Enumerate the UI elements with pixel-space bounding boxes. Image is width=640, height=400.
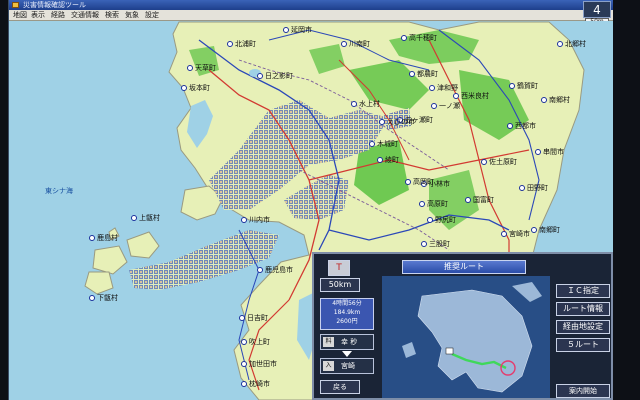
place-kijo[interactable]: 木城町 bbox=[369, 140, 398, 148]
place-nangoson[interactable]: 南郷村 bbox=[541, 96, 570, 104]
place-tsuwano[interactable]: 津和野 bbox=[429, 84, 458, 92]
place-higoshi[interactable]: 日之影町 bbox=[257, 72, 293, 80]
route-distance: 184.9km bbox=[333, 309, 361, 316]
place-nishimera[interactable]: 西米良村 bbox=[453, 92, 489, 100]
start-guidance-button[interactable]: 案内開始 bbox=[556, 384, 610, 398]
place-tano[interactable]: 田野町 bbox=[519, 184, 548, 192]
place-kaseda[interactable]: 加世田市 bbox=[241, 360, 277, 368]
north-arrow-label: 4 bbox=[593, 3, 601, 17]
place-kamikoshiki[interactable]: 上甑村 bbox=[131, 214, 160, 222]
place-kawanami[interactable]: 川南町 bbox=[341, 40, 370, 48]
menu-view[interactable]: 表示 bbox=[31, 10, 45, 20]
place-tsuruga[interactable]: 鶴賀町 bbox=[509, 82, 538, 90]
place-ebino[interactable]: えびの市 bbox=[379, 118, 415, 126]
waypoint-button[interactable]: 経由地設定 bbox=[556, 320, 610, 334]
down-arrow-icon bbox=[342, 351, 352, 357]
guide-label-toll: 幸 秒 bbox=[341, 338, 358, 346]
place-takaharu[interactable]: 高原町 bbox=[419, 200, 448, 208]
place-ichinose[interactable]: 一ノ瀬 bbox=[431, 102, 460, 110]
route-toll: 2600円 bbox=[336, 318, 358, 325]
title-bar: 災害情報確認ツール bbox=[9, 0, 613, 10]
place-kagoshima[interactable]: 鹿児島市 bbox=[257, 266, 293, 274]
place-shimokoshiki[interactable]: 下甑村 bbox=[89, 294, 118, 302]
place-kitago[interactable]: 北郷村 bbox=[557, 40, 586, 48]
app-icon bbox=[12, 2, 19, 8]
place-sendai[interactable]: 川内市 bbox=[241, 216, 270, 224]
window-title: 災害情報確認ツール bbox=[23, 1, 86, 9]
place-takachiho[interactable]: 高千穂町 bbox=[401, 34, 437, 42]
start-flag-icon bbox=[445, 347, 454, 355]
place-kushima[interactable]: 串間市 bbox=[535, 148, 564, 156]
guide-row-toll[interactable]: 料 幸 秒 bbox=[320, 334, 374, 350]
menu-settings[interactable]: 設定 bbox=[145, 10, 159, 20]
app-window: 災害情報確認ツール 地図 表示 経路 交通情報 検索 気象 設定 4 50m bbox=[8, 0, 613, 400]
place-nobeoka[interactable]: 延岡市 bbox=[283, 26, 312, 34]
place-kitaura[interactable]: 北浦町 bbox=[227, 40, 256, 48]
place-hiyoshi[interactable]: 日吉町 bbox=[239, 314, 268, 322]
north-arrow-button[interactable]: 4 bbox=[583, 1, 611, 18]
menu-search[interactable]: 検索 bbox=[105, 10, 119, 20]
place-tenso[interactable]: 天草町 bbox=[187, 64, 216, 72]
menu-bar: 地図 表示 経路 交通情報 検索 気象 設定 bbox=[9, 10, 613, 21]
radio-tower-icon[interactable]: T bbox=[328, 260, 350, 276]
place-kashima[interactable]: 鹿島村 bbox=[89, 234, 118, 242]
place-mimata[interactable]: 三股町 bbox=[421, 240, 450, 248]
route-title: 推奨ルート bbox=[402, 260, 526, 274]
ic-select-button[interactable]: ＩＣ指定 bbox=[556, 284, 610, 298]
place-kunitomi[interactable]: 国富町 bbox=[465, 196, 494, 204]
place-minamigo[interactable]: 南郷町 bbox=[531, 226, 560, 234]
place-mizuki[interactable]: 水上村 bbox=[351, 100, 380, 108]
place-sakamoto[interactable]: 坂本町 bbox=[181, 84, 210, 92]
sea-label: 東シナ海 bbox=[45, 187, 73, 195]
place-takaoka[interactable]: 高岡町 bbox=[405, 178, 434, 186]
five-route-button[interactable]: ５ルート bbox=[556, 338, 610, 352]
place-aya[interactable]: 綾町 bbox=[377, 156, 399, 164]
route-summary: 4時間56分 184.9km 2600円 bbox=[320, 298, 374, 330]
route-duration: 4時間56分 bbox=[332, 300, 362, 307]
guide-row-entry[interactable]: 入 宮崎 bbox=[320, 358, 374, 374]
place-sadowara[interactable]: 佐土原町 bbox=[481, 158, 517, 166]
route-panel: T 50km 推奨ルート 4時間56分 184.9km 2600円 料 幸 秒 … bbox=[312, 252, 613, 400]
place-nojiri[interactable]: 野尻町 bbox=[427, 216, 456, 224]
place-saito[interactable]: 西都市 bbox=[507, 122, 536, 130]
route-info-button[interactable]: ルート情報 bbox=[556, 302, 610, 316]
place-tsunomachi[interactable]: 都農町 bbox=[409, 70, 438, 78]
menu-traffic[interactable]: 交通情報 bbox=[71, 10, 99, 20]
menu-weather[interactable]: 気象 bbox=[125, 10, 139, 20]
guide-label-entry: 宮崎 bbox=[341, 362, 355, 370]
place-fukiage[interactable]: 吹上町 bbox=[241, 338, 270, 346]
menu-map[interactable]: 地図 bbox=[13, 10, 27, 20]
back-button[interactable]: 戻る bbox=[320, 380, 360, 394]
toll-icon: 料 bbox=[323, 337, 334, 347]
entry-icon: 入 bbox=[323, 361, 334, 371]
place-miyazaki[interactable]: 宮崎市 bbox=[501, 230, 530, 238]
place-makurazaki[interactable]: 枕崎市 bbox=[241, 380, 270, 388]
menu-route[interactable]: 経路 bbox=[51, 10, 65, 20]
route-minimap[interactable] bbox=[382, 276, 550, 398]
scale-button[interactable]: 50km bbox=[320, 278, 360, 292]
